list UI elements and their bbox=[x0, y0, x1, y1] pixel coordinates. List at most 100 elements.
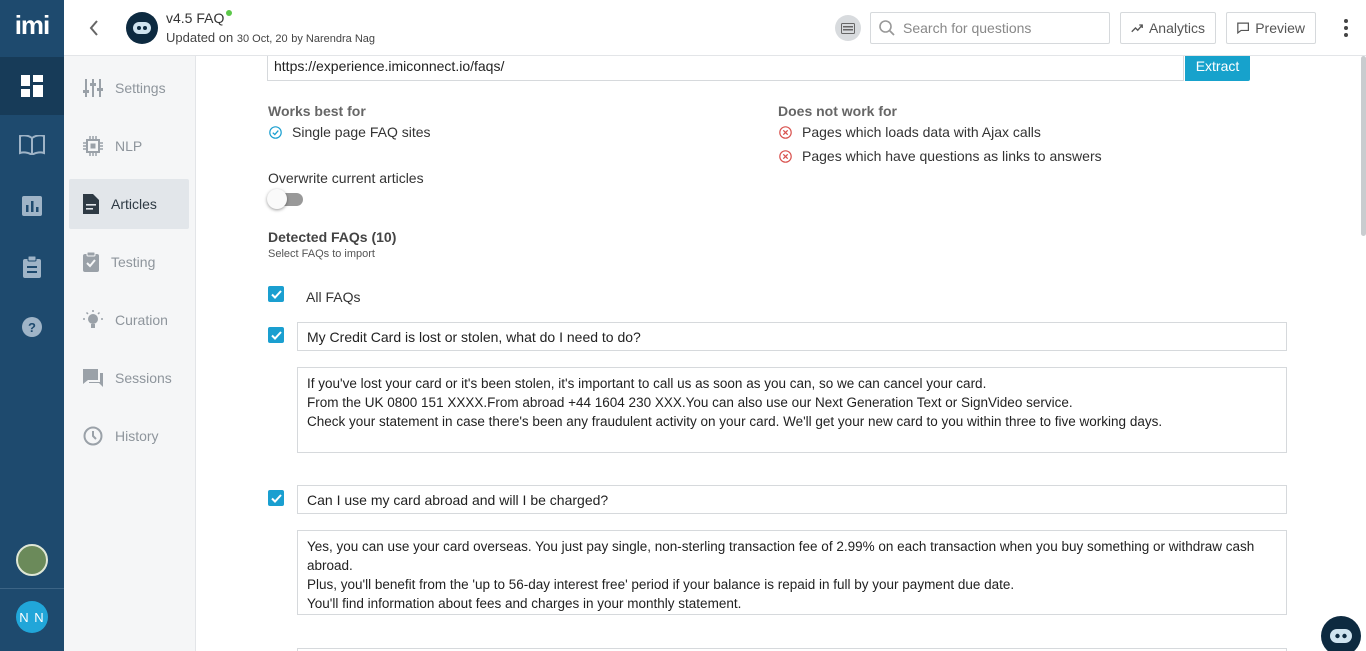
bot-title: v4.5 FAQ bbox=[166, 10, 233, 26]
all-faqs-label: All FAQs bbox=[306, 289, 361, 305]
detected-faqs-title: Detected FAQs (10) bbox=[268, 229, 397, 245]
not-work-title: Does not work for bbox=[778, 103, 898, 119]
more-options-button[interactable] bbox=[1336, 16, 1356, 40]
search-input[interactable] bbox=[903, 20, 1093, 36]
faq-answer-textarea[interactable]: If you've lost your card or it's been st… bbox=[297, 367, 1287, 453]
chat-icon bbox=[83, 369, 103, 387]
lightbulb-icon bbox=[83, 310, 103, 328]
clipboard-icon bbox=[23, 256, 41, 278]
answer-line: Check your statement in case there's bee… bbox=[307, 414, 1163, 429]
subnav-item-sessions[interactable]: Sessions bbox=[69, 353, 189, 403]
search-box[interactable] bbox=[870, 12, 1110, 44]
chip-icon bbox=[83, 136, 103, 156]
keyboard-icon bbox=[841, 22, 855, 34]
robot-icon bbox=[133, 22, 151, 34]
subnav-item-articles[interactable]: Articles bbox=[69, 179, 189, 229]
chevron-left-icon bbox=[89, 20, 98, 36]
rail-item-dashboard[interactable] bbox=[0, 57, 64, 115]
checkmark-icon bbox=[270, 493, 282, 503]
app-rail: imi ? N N bbox=[0, 0, 64, 651]
preview-button[interactable]: Preview bbox=[1226, 12, 1316, 44]
overwrite-toggle[interactable] bbox=[267, 189, 303, 209]
faq-checkbox[interactable] bbox=[268, 490, 284, 506]
imi-logo[interactable]: imi bbox=[0, 10, 64, 41]
detected-faqs-subtitle: Select FAQs to import bbox=[268, 248, 375, 260]
subnav-item-nlp[interactable]: NLP bbox=[69, 121, 189, 171]
x-circle-icon bbox=[779, 125, 792, 139]
subnav-label: Testing bbox=[111, 254, 156, 270]
keyboard-button[interactable] bbox=[835, 15, 861, 41]
secondary-nav: Settings NLP Articles Testing Curation S… bbox=[64, 56, 196, 651]
faq-question-input[interactable]: Can I use my card abroad and will I be c… bbox=[297, 485, 1287, 514]
not-work-label: Pages which loads data with Ajax calls bbox=[802, 124, 1041, 140]
dashboard-icon bbox=[21, 75, 43, 97]
preview-label: Preview bbox=[1255, 20, 1305, 36]
subnav-item-curation[interactable]: Curation bbox=[69, 295, 189, 345]
answer-line: You'll find information about fees and c… bbox=[307, 596, 742, 611]
clipboard-check-icon bbox=[83, 252, 99, 272]
analytics-label: Analytics bbox=[1148, 20, 1205, 36]
bot-logo bbox=[126, 12, 158, 44]
works-best-title: Works best for bbox=[268, 103, 366, 119]
not-work-item: Pages which have questions as links to a… bbox=[779, 148, 1102, 164]
user-avatar[interactable]: N N bbox=[16, 601, 48, 633]
answer-line: From the UK 0800 151 XXXX.From abroad +4… bbox=[307, 395, 1073, 410]
document-icon bbox=[83, 194, 99, 214]
rail-item-analytics[interactable] bbox=[0, 177, 64, 235]
subnav-label: History bbox=[115, 428, 159, 444]
answer-line: Yes, you can use your card overseas. You… bbox=[307, 539, 1255, 573]
not-work-label: Pages which have questions as links to a… bbox=[802, 148, 1102, 164]
subnav-label: NLP bbox=[115, 138, 143, 154]
subnav-label: Articles bbox=[111, 196, 157, 212]
search-icon bbox=[879, 20, 895, 36]
faq-checkbox[interactable] bbox=[268, 327, 284, 343]
bar-chart-icon bbox=[22, 196, 42, 216]
rail-item-knowledge[interactable] bbox=[0, 116, 64, 174]
subnav-label: Curation bbox=[115, 312, 168, 328]
updated-date: 30 Oct, 20 bbox=[236, 33, 288, 45]
overwrite-label: Overwrite current articles bbox=[268, 170, 424, 186]
subnav-item-testing[interactable]: Testing bbox=[69, 237, 189, 287]
sliders-icon bbox=[83, 79, 103, 97]
bot-updated-info: Updated on 30 Oct, 20 by Narendra Nag bbox=[166, 30, 375, 45]
rail-item-help[interactable]: ? bbox=[0, 298, 64, 356]
not-work-item: Pages which loads data with Ajax calls bbox=[779, 124, 1041, 140]
clock-icon bbox=[83, 426, 103, 446]
book-icon bbox=[19, 135, 45, 155]
works-best-label: Single page FAQ sites bbox=[292, 124, 431, 140]
checkmark-icon bbox=[270, 289, 282, 299]
chat-widget-button[interactable] bbox=[1321, 616, 1361, 651]
bot-avatar[interactable] bbox=[16, 544, 48, 576]
header: v4.5 FAQ Updated on 30 Oct, 20 by Narend… bbox=[64, 0, 1366, 56]
faq-answer-textarea[interactable]: Yes, you can use your card overseas. You… bbox=[297, 530, 1287, 615]
rail-divider bbox=[0, 588, 64, 589]
check-circle-icon bbox=[269, 125, 282, 139]
all-faqs-checkbox[interactable] bbox=[268, 286, 284, 302]
rail-item-reports[interactable] bbox=[0, 238, 64, 296]
toggle-knob bbox=[267, 189, 287, 209]
online-status-dot bbox=[226, 10, 233, 16]
back-button[interactable] bbox=[82, 16, 106, 40]
svg-text:?: ? bbox=[28, 320, 36, 335]
main-content: https://experience.imiconnect.io/faqs/ E… bbox=[197, 56, 1366, 651]
subnav-item-history[interactable]: History bbox=[69, 411, 189, 461]
subnav-label: Sessions bbox=[115, 370, 172, 386]
help-icon: ? bbox=[22, 317, 42, 337]
faq-question-input[interactable]: My Credit Card is lost or stolen, what d… bbox=[297, 322, 1287, 351]
updated-by: by Narendra Nag bbox=[291, 33, 376, 45]
subnav-label: Settings bbox=[115, 80, 166, 96]
url-input[interactable]: https://experience.imiconnect.io/faqs/ bbox=[267, 56, 1184, 81]
subnav-item-settings[interactable]: Settings bbox=[69, 63, 189, 113]
extract-button[interactable]: Extract bbox=[1185, 56, 1250, 81]
trend-icon bbox=[1131, 24, 1143, 33]
answer-line: If you've lost your card or it's been st… bbox=[307, 376, 987, 391]
answer-line: Plus, you'll benefit from the 'up to 56-… bbox=[307, 577, 1015, 592]
scrollbar[interactable] bbox=[1361, 56, 1366, 236]
updated-prefix: Updated on bbox=[166, 30, 234, 45]
bot-name: v4.5 FAQ bbox=[166, 10, 225, 26]
analytics-button[interactable]: Analytics bbox=[1120, 12, 1216, 44]
x-circle-icon bbox=[779, 149, 792, 163]
checkmark-icon bbox=[270, 330, 282, 340]
robot-icon bbox=[1330, 629, 1352, 643]
chat-bubble-icon bbox=[1237, 22, 1249, 35]
